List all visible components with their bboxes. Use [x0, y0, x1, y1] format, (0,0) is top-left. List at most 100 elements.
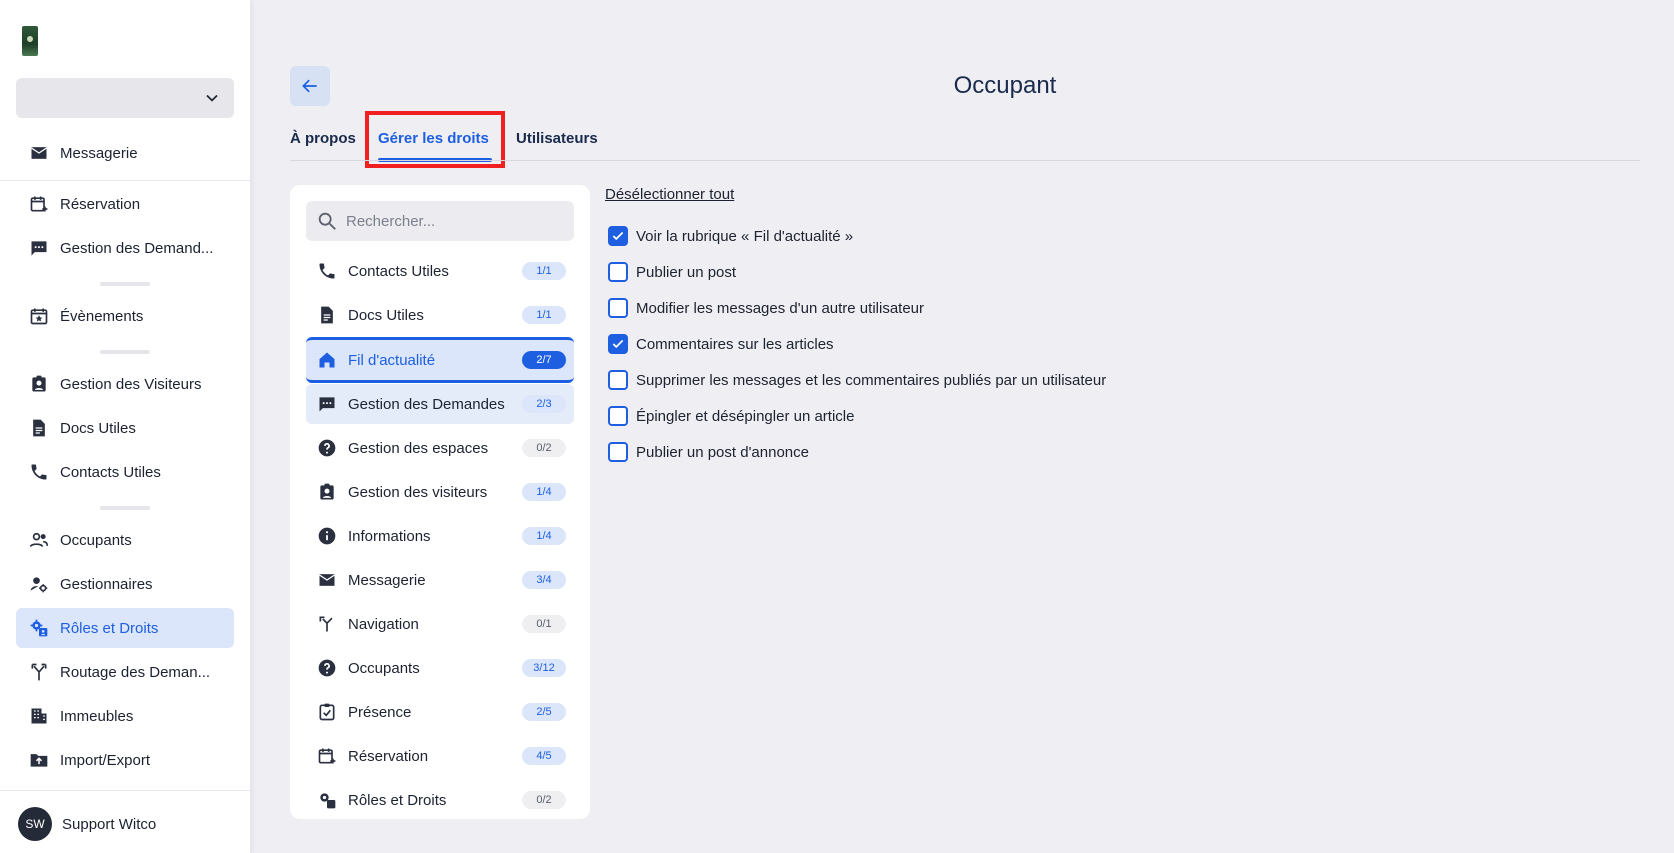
sidebar-item-roles-droits[interactable]: Rôles et Droits — [16, 608, 234, 648]
sidebar-item-label: Rôles et Droits — [60, 619, 159, 637]
permission-item[interactable]: Supprimer les messages et les commentair… — [608, 368, 1106, 392]
calendar-star-icon — [28, 305, 50, 327]
app-logo — [22, 26, 38, 56]
sidebar-item-contacts-utiles[interactable]: Contacts Utiles — [16, 452, 234, 492]
help-icon — [316, 657, 338, 679]
phone-icon — [316, 260, 338, 282]
sidebar-item-occupants[interactable]: Occupants — [16, 520, 234, 560]
module-item-navigation[interactable]: Navigation 0/1 — [306, 604, 574, 644]
checkbox[interactable] — [608, 442, 628, 462]
module-label: Gestion des Demandes — [348, 395, 505, 413]
mail-icon — [316, 569, 338, 591]
count-badge: 2/3 — [522, 395, 566, 413]
folder-upload-icon — [28, 749, 50, 771]
checkbox[interactable] — [608, 370, 628, 390]
chat-icon — [28, 237, 50, 259]
count-badge: 1/1 — [522, 306, 566, 324]
sidebar-item-evenements[interactable]: Évènements — [16, 296, 234, 336]
permission-item[interactable]: Publier un post — [608, 260, 736, 284]
check-icon — [612, 231, 624, 241]
module-item-fil-actualite[interactable]: Fil d'actualité 2/7 — [306, 337, 574, 383]
sidebar-item-gestion-visiteurs[interactable]: Gestion des Visiteurs — [16, 364, 234, 404]
module-item-occupants[interactable]: Occupants 3/12 — [306, 648, 574, 688]
sidebar-item-label: Gestion des Visiteurs — [60, 375, 202, 393]
divider — [0, 790, 250, 791]
count-badge: 3/12 — [522, 659, 566, 677]
module-label: Occupants — [348, 659, 420, 677]
permission-item[interactable]: Publier un post d'annonce — [608, 440, 809, 464]
sidebar-item-immeubles[interactable]: Immeubles — [16, 696, 234, 736]
permission-label: Voir la rubrique « Fil d'actualité » — [636, 227, 854, 245]
sidebar-item-label: Occupants — [60, 531, 132, 549]
chevron-down-icon — [206, 94, 218, 102]
count-badge: 2/7 — [522, 351, 566, 369]
back-button[interactable] — [290, 66, 330, 106]
checkbox[interactable] — [608, 262, 628, 282]
module-item-messagerie[interactable]: Messagerie 3/4 — [306, 560, 574, 600]
module-item-informations[interactable]: Informations 1/4 — [306, 516, 574, 556]
sidebar-item-label: Immeubles — [60, 707, 134, 725]
sidebar: Messagerie Réservation Gestion des Deman… — [0, 0, 250, 853]
permission-item[interactable]: Commentaires sur les articles — [608, 332, 834, 356]
checkbox-checked[interactable] — [608, 334, 628, 354]
divider — [0, 180, 250, 181]
chat-icon — [316, 393, 338, 415]
sidebar-item-reservation[interactable]: Réservation — [16, 184, 234, 224]
user-gear-icon — [28, 573, 50, 595]
sidebar-item-gestionnaires[interactable]: Gestionnaires — [16, 564, 234, 604]
checkbox-checked[interactable] — [608, 226, 628, 246]
sidebar-item-gestion-demandes[interactable]: Gestion des Demand... — [16, 228, 234, 268]
sidebar-item-routage-demandes[interactable]: Routage des Deman... — [16, 652, 234, 692]
permission-label: Modifier les messages d'un autre utilisa… — [636, 299, 925, 317]
document-icon — [28, 417, 50, 439]
mail-icon — [28, 142, 50, 164]
module-label: Fil d'actualité — [348, 351, 436, 369]
count-badge: 0/2 — [522, 439, 566, 457]
checkbox[interactable] — [608, 406, 628, 426]
modules-panel: Contacts Utiles 1/1 Docs Utiles 1/1 Fil … — [290, 185, 590, 819]
clipboard-check-icon — [316, 701, 338, 723]
module-item-roles-droits[interactable]: Rôles et Droits 0/2 — [306, 780, 574, 819]
home-icon — [316, 349, 338, 371]
info-icon — [316, 525, 338, 547]
sidebar-item-docs-utiles[interactable]: Docs Utiles — [16, 408, 234, 448]
deselect-all-link[interactable]: Désélectionner tout — [605, 186, 734, 203]
count-badge: 2/5 — [522, 703, 566, 721]
module-item-gestion-demandes[interactable]: Gestion des Demandes 2/3 — [306, 384, 574, 424]
permission-item[interactable]: Modifier les messages d'un autre utilisa… — [608, 296, 924, 320]
search-input[interactable] — [346, 212, 566, 230]
module-item-gestion-espaces[interactable]: Gestion des espaces 0/2 — [306, 428, 574, 468]
permission-item[interactable]: Épingler et désépingler un article — [608, 404, 854, 428]
organization-select[interactable] — [16, 78, 234, 118]
sidebar-item-label: Contacts Utiles — [60, 463, 161, 481]
arrow-left-icon — [302, 79, 317, 93]
permission-item[interactable]: Voir la rubrique « Fil d'actualité » — [608, 224, 853, 248]
sidebar-item-messagerie[interactable]: Messagerie — [16, 133, 234, 173]
visitor-badge-icon — [28, 373, 50, 395]
avatar: SW — [18, 807, 52, 841]
routing-icon — [28, 661, 50, 683]
permission-label: Commentaires sur les articles — [636, 335, 834, 353]
module-item-contacts-utiles[interactable]: Contacts Utiles 1/1 — [306, 251, 574, 291]
module-label: Messagerie — [348, 571, 426, 589]
module-item-docs-utiles[interactable]: Docs Utiles 1/1 — [306, 295, 574, 335]
divider — [290, 160, 1640, 161]
roles-gear-icon — [316, 789, 338, 811]
building-icon — [28, 705, 50, 727]
count-badge: 3/4 — [522, 571, 566, 589]
sidebar-item-label: Réservation — [60, 195, 141, 213]
calendar-add-icon — [28, 193, 50, 215]
module-item-gestion-visiteurs[interactable]: Gestion des visiteurs 1/4 — [306, 472, 574, 512]
user-profile[interactable]: SW Support Witco — [18, 806, 156, 842]
sidebar-item-label: Évènements — [60, 307, 144, 325]
permission-label: Supprimer les messages et les commentair… — [636, 371, 1107, 389]
sidebar-item-import-export[interactable]: Import/Export — [16, 740, 234, 780]
calendar-add-icon — [316, 745, 338, 767]
tab-a-propos[interactable]: À propos — [290, 120, 356, 156]
roles-gear-icon — [28, 617, 50, 639]
checkbox[interactable] — [608, 298, 628, 318]
tab-utilisateurs[interactable]: Utilisateurs — [516, 120, 598, 156]
permission-label: Publier un post d'annonce — [636, 443, 809, 461]
module-item-presence[interactable]: Présence 2/5 — [306, 692, 574, 732]
module-item-reservation[interactable]: Réservation 4/5 — [306, 736, 574, 776]
